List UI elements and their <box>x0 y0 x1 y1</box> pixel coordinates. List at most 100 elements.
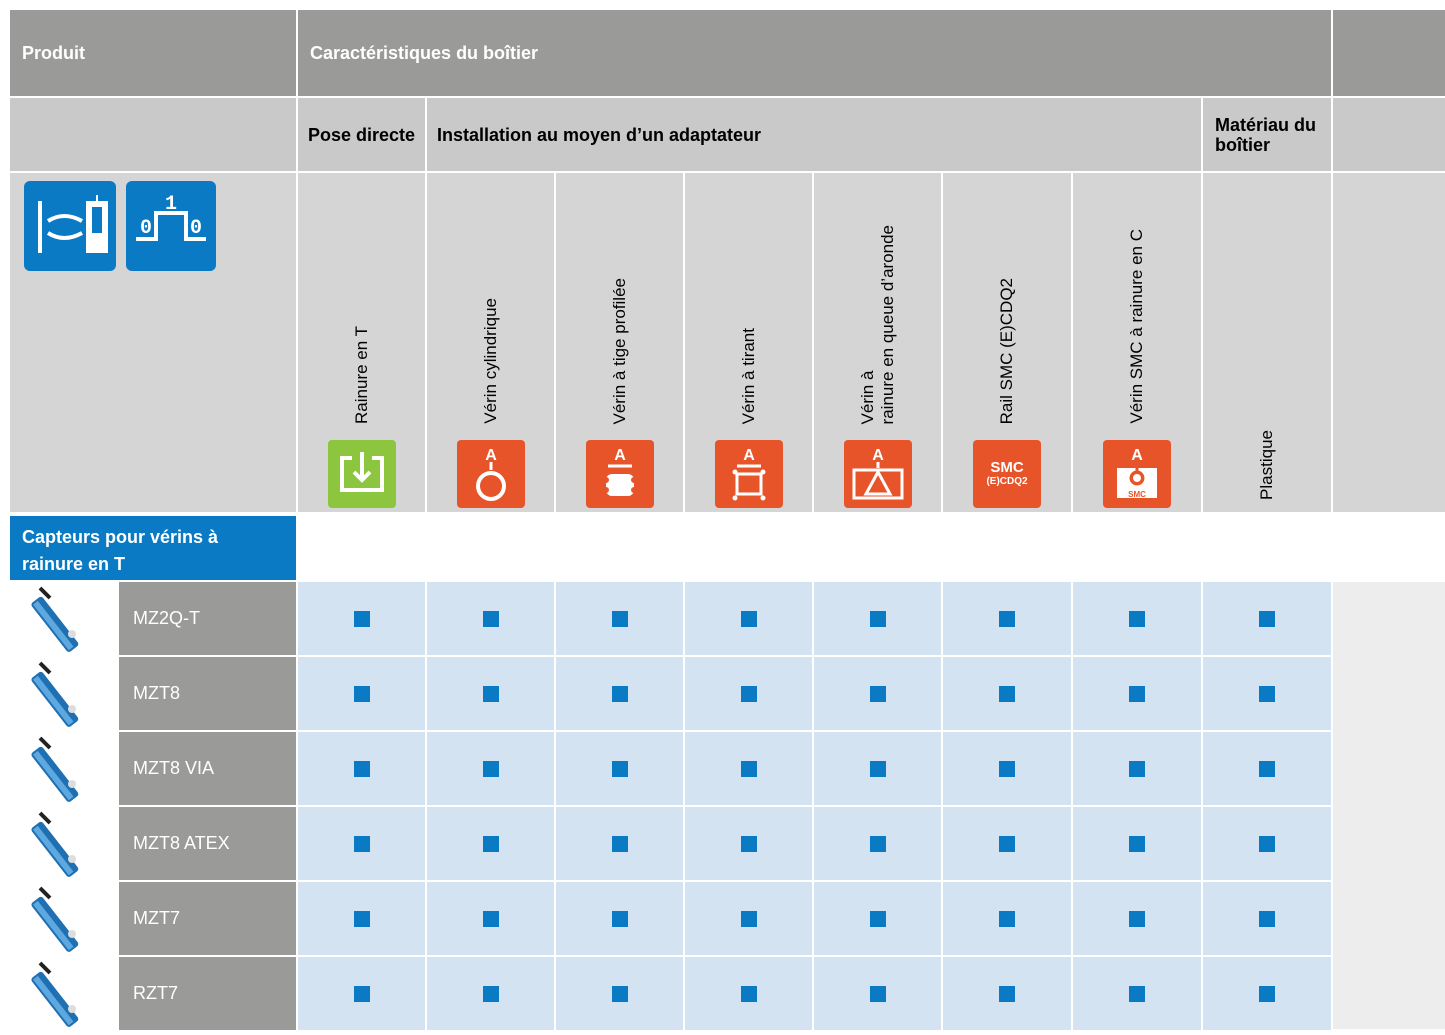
availability-mark <box>740 835 757 852</box>
availability-mark <box>740 610 757 627</box>
smc-c-slot-icon: A SMC <box>1103 440 1171 508</box>
product-image <box>10 957 117 1030</box>
table-cell <box>685 882 812 955</box>
availability-mark <box>482 910 499 927</box>
col-label: Rail SMC (E)CDQ2 <box>997 277 1016 424</box>
availability-mark <box>353 685 370 702</box>
availability-mark <box>1129 610 1145 627</box>
table-cell <box>556 732 683 805</box>
table-cell <box>685 657 812 730</box>
table-cell <box>556 882 683 955</box>
availability-mark <box>869 685 886 702</box>
availability-mark <box>482 835 499 852</box>
t-slot-icon <box>327 440 396 508</box>
table-cell <box>1203 957 1331 1030</box>
col-label: Vérin à tige profilée <box>609 277 629 424</box>
table-cell <box>685 807 812 880</box>
availability-mark <box>1259 760 1275 777</box>
col-rail-smc: Rail SMC (E)CDQ2 SMC (E)CDQ2 <box>943 173 1071 512</box>
col-rainure-en-t: Rainure en T <box>298 173 425 512</box>
availability-mark <box>353 835 370 852</box>
subheader-materiau: Matériau du boîtier <box>1203 98 1331 171</box>
magnetic-cylinder-sensor-icon <box>24 181 116 271</box>
col-plastique: Plastique <box>1203 173 1331 512</box>
availability-mark <box>869 985 886 1002</box>
availability-mark <box>353 610 370 627</box>
availability-mark <box>482 610 499 627</box>
availability-mark <box>611 910 628 927</box>
table-cell <box>1073 732 1201 805</box>
svg-text:A: A <box>743 447 755 464</box>
product-name: RZT7 <box>119 957 296 1030</box>
header-extra <box>1333 10 1445 96</box>
subheader-empty <box>10 98 296 171</box>
col-label: Vérin SMC à rainure en C <box>1127 229 1146 424</box>
table-cell <box>298 657 425 730</box>
table-cell <box>943 732 1071 805</box>
col-label: Rainure en T <box>351 326 371 424</box>
table-cell <box>1073 882 1201 955</box>
col-label-line2: rainure en queue d’aronde <box>877 224 897 424</box>
availability-mark <box>1129 985 1145 1002</box>
tie-rod-icon: A <box>714 440 783 508</box>
availability-mark <box>611 835 628 852</box>
availability-mark <box>740 685 757 702</box>
availability-mark <box>611 685 628 702</box>
availability-mark <box>1129 910 1145 927</box>
table-cell <box>298 882 425 955</box>
availability-mark <box>1129 760 1145 777</box>
table-cell <box>943 882 1071 955</box>
table-cell <box>1073 807 1201 880</box>
table-cell <box>943 957 1071 1030</box>
svg-text:A: A <box>614 447 626 464</box>
sensor-image-icon <box>31 586 79 652</box>
subheader-extra <box>1333 98 1445 171</box>
table-cell <box>814 582 941 655</box>
col-extra <box>1333 173 1445 512</box>
availability-mark <box>353 910 370 927</box>
availability-mark <box>1129 685 1145 702</box>
table-cell <box>814 732 941 805</box>
table-cell <box>427 957 554 1030</box>
availability-mark <box>1259 985 1275 1002</box>
availability-mark <box>482 685 499 702</box>
table-cell <box>943 582 1071 655</box>
svg-text:A: A <box>872 447 884 464</box>
availability-mark <box>1129 835 1145 852</box>
table-cell <box>556 657 683 730</box>
svg-text:SMC: SMC <box>1128 490 1146 499</box>
col-label: Vérin cylindrique <box>480 298 500 424</box>
sensor-image-icon <box>31 661 79 727</box>
availability-mark <box>482 760 499 777</box>
col-verin-tige-profilee: Vérin à tige profilée A <box>556 173 683 512</box>
availability-mark <box>869 610 886 627</box>
signal-zero-right: 0 <box>190 217 202 240</box>
col-label: Plastique <box>1257 430 1276 500</box>
availability-mark <box>869 910 886 927</box>
table-cell <box>556 807 683 880</box>
col-label-line1: Vérin à <box>857 370 877 424</box>
availability-mark <box>999 610 1015 627</box>
svg-text:(E)CDQ2: (E)CDQ2 <box>986 476 1028 487</box>
sensor-image-icon <box>31 736 79 802</box>
table-cell <box>427 807 554 880</box>
product-image <box>10 807 117 880</box>
product-image <box>10 657 117 730</box>
table-cell <box>1073 657 1201 730</box>
col-verin-queue-aronde: Vérin à rainure en queue d’aronde A <box>814 173 941 512</box>
availability-mark <box>999 760 1015 777</box>
smc-ecdq2-icon: SMC (E)CDQ2 <box>973 440 1041 508</box>
availability-mark <box>999 685 1015 702</box>
availability-mark <box>869 760 886 777</box>
availability-mark <box>353 985 370 1002</box>
col-label: Vérin à tirant <box>738 327 758 424</box>
product-name: MZT8 <box>119 657 296 730</box>
table-cell <box>814 882 941 955</box>
svg-text:A: A <box>1131 447 1143 464</box>
sensor-image-icon <box>31 886 79 952</box>
table-cell <box>427 732 554 805</box>
col-verin-tirant: Vérin à tirant A <box>685 173 812 512</box>
availability-mark <box>1259 610 1275 627</box>
sensor-image-icon <box>31 811 79 877</box>
table-cell <box>1203 882 1331 955</box>
